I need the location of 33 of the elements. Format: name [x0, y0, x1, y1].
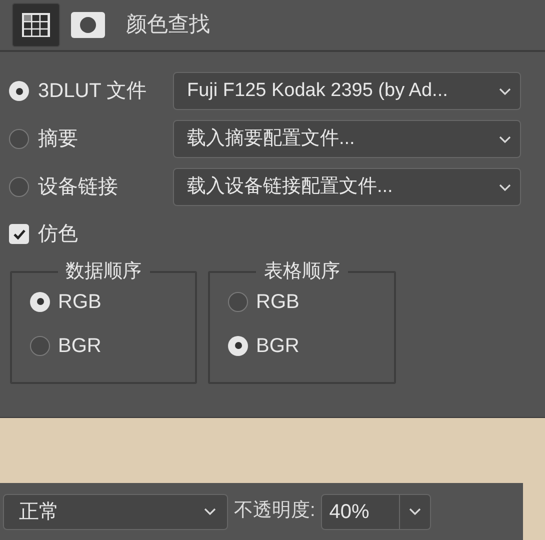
radio-button[interactable] [228, 292, 248, 312]
radio-button[interactable] [9, 129, 29, 149]
source-label: 摘要 [38, 127, 78, 152]
blend-mode-dropdown[interactable]: 正常 [3, 494, 228, 530]
chevron-down-icon [498, 134, 512, 144]
grid-icon [21, 12, 51, 38]
order-option-label: RGB [256, 290, 300, 314]
order-option-label: BGR [58, 334, 102, 358]
radio-button[interactable] [30, 292, 50, 312]
chevron-down-icon [498, 86, 512, 96]
radio-button[interactable] [9, 81, 29, 101]
chevron-down-icon [203, 507, 217, 516]
group-title: 数据顺序 [64, 260, 142, 284]
profile-dropdown[interactable]: Fuji F125 Kodak 2395 (by Ad... [173, 72, 521, 110]
radio-button[interactable] [228, 336, 248, 356]
mask-icon [71, 12, 105, 38]
chevron-down-icon [408, 507, 422, 516]
group-title: 表格顺序 [263, 260, 341, 284]
chevron-down-icon [498, 182, 512, 192]
panel-title: 颜色查找 [126, 12, 210, 38]
order-option-label: RGB [58, 290, 102, 314]
radio-button[interactable] [30, 336, 50, 356]
checkbox[interactable] [9, 224, 29, 244]
radio-button[interactable] [9, 177, 29, 197]
profile-dropdown[interactable]: 载入摘要配置文件... [173, 120, 521, 158]
source-label: 3DLUT 文件 [38, 79, 147, 104]
panel-tab[interactable] [12, 3, 60, 47]
checkmark-icon [12, 228, 26, 240]
opacity-label: 不透明度: [234, 499, 316, 524]
profile-dropdown[interactable]: 载入设备链接配置文件... [173, 168, 521, 206]
source-label: 设备链接 [38, 175, 118, 200]
dither-label: 仿色 [38, 222, 78, 247]
order-option-label: BGR [256, 334, 300, 358]
